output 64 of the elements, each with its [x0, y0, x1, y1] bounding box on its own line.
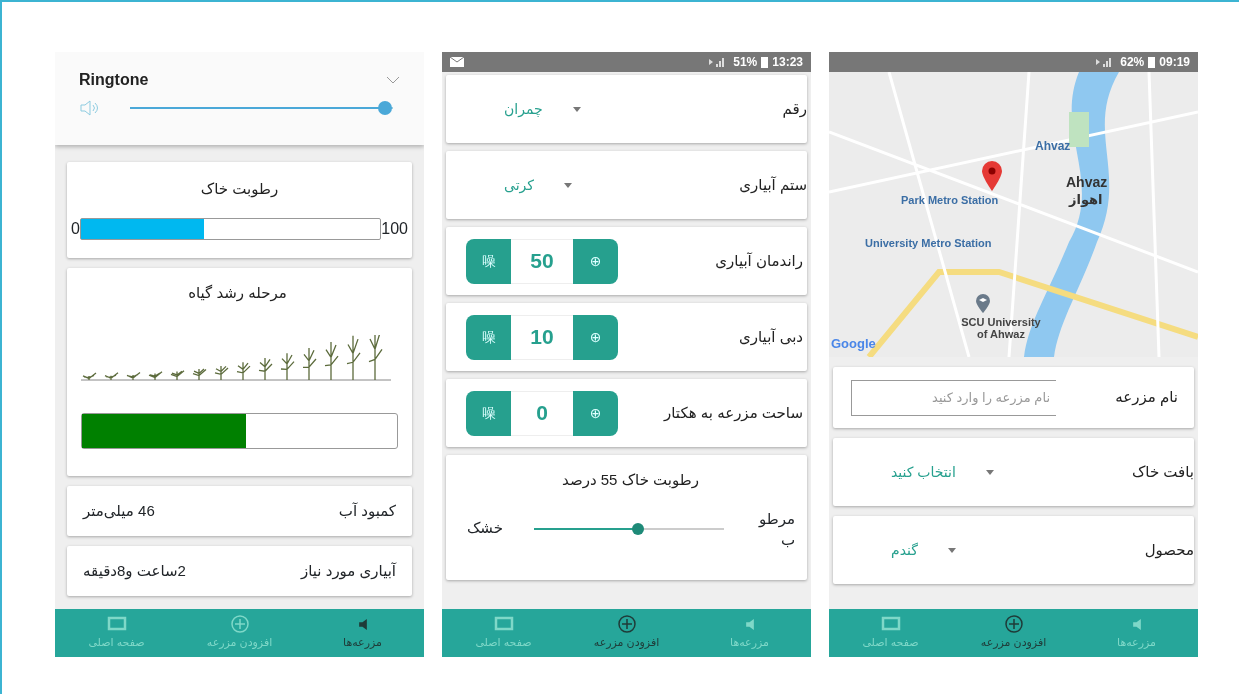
increment-button[interactable]: ⊕: [573, 238, 618, 284]
plus-circle-icon: [1003, 615, 1024, 634]
wet-label: مرطوب: [757, 508, 795, 550]
info-value: 2ساعت و8دقیقه: [83, 560, 186, 582]
battery-icon: [1148, 56, 1156, 68]
card-title: مرحله رشد گیاه: [187, 283, 288, 304]
field-label: راندمان آبیاری: [715, 250, 804, 272]
map-label: Park Metro Station: [901, 193, 999, 208]
info-label: آبیاری مورد نیاز: [301, 560, 396, 582]
speaker-icon: [79, 100, 99, 116]
field-label: نام مزرعه: [1115, 387, 1179, 408]
slider-thumb[interactable]: [631, 522, 644, 535]
battery-percent: 51%: [733, 54, 758, 71]
info-label: کمبود آب: [338, 500, 396, 522]
map-label: SCU University of Ahwaz: [961, 317, 1041, 341]
increment-button[interactable]: ⊕: [573, 314, 618, 360]
google-logo: Google: [831, 335, 876, 353]
nav-tab[interactable]: افزودن مزرعه: [178, 609, 301, 657]
decrement-button[interactable]: 噪: [466, 314, 511, 360]
nav-tab[interactable]: صفحه اصلی: [55, 609, 178, 657]
nav-tab[interactable]: مزرعه‌ها: [301, 609, 424, 657]
map-label: University Metro Station: [865, 236, 992, 251]
field-label: دبی آبیاری: [739, 326, 804, 348]
max-label: 100: [381, 218, 408, 239]
nav-tab[interactable]: افزودن مزرعه: [952, 609, 1075, 657]
popup-title: Ringtone: [79, 70, 149, 90]
nav-tab[interactable]: صفحه اصلی: [829, 609, 952, 657]
map-pin-icon: [981, 160, 1003, 192]
battery-percent: 62%: [1120, 54, 1145, 71]
nav-tab[interactable]: افزودن مزرعه: [565, 609, 688, 657]
graduation-pin-icon: [976, 294, 990, 314]
plus-circle-icon: [229, 615, 250, 634]
field-label: بافت خاک: [1131, 461, 1194, 482]
stepper-value: 0: [511, 390, 573, 436]
nav-tab[interactable]: مزرعه‌ها: [688, 609, 811, 657]
battery-icon: [761, 56, 769, 68]
field-label: رقم: [782, 98, 807, 120]
stepper-value: 10: [511, 314, 573, 360]
field-label: محصول: [1144, 539, 1194, 561]
field-label: ستم آبیاری: [739, 174, 807, 196]
slider-thumb[interactable]: [378, 101, 393, 115]
stepper-value: 50: [511, 238, 573, 284]
speaker-icon: [358, 619, 367, 631]
nav-tab[interactable]: صفحه اصلی: [442, 609, 565, 657]
map-label: Ahvaz: [1066, 173, 1108, 192]
status-time: 09:19: [1159, 54, 1190, 71]
speaker-icon: [1132, 619, 1141, 631]
chevron-down-icon: [386, 76, 400, 84]
status-time: 13:23: [772, 54, 803, 71]
card-title: رطوبت خاک: [199, 179, 280, 200]
speaker-icon: [745, 619, 754, 631]
nav-tab[interactable]: مزرعه‌ها: [1075, 609, 1198, 657]
field-label: ساحت مزرعه به هکتار: [664, 402, 804, 424]
decrement-button[interactable]: 噪: [466, 238, 511, 284]
map-label: Ahvaz: [1035, 138, 1071, 155]
text-input-field[interactable]: نام مزرعه را وارد کنید: [851, 379, 1056, 416]
info-value: 46 میلی‌متر: [83, 500, 155, 521]
min-label: 0: [71, 218, 80, 239]
decrement-button[interactable]: 噪: [466, 390, 511, 436]
increment-button[interactable]: ⊕: [573, 390, 618, 436]
card-title: رطوبت خاک 55 درصد: [561, 470, 700, 491]
plus-circle-icon: [616, 615, 637, 634]
dry-label: خشک: [466, 518, 503, 539]
map-label: اهواز: [1069, 191, 1103, 209]
